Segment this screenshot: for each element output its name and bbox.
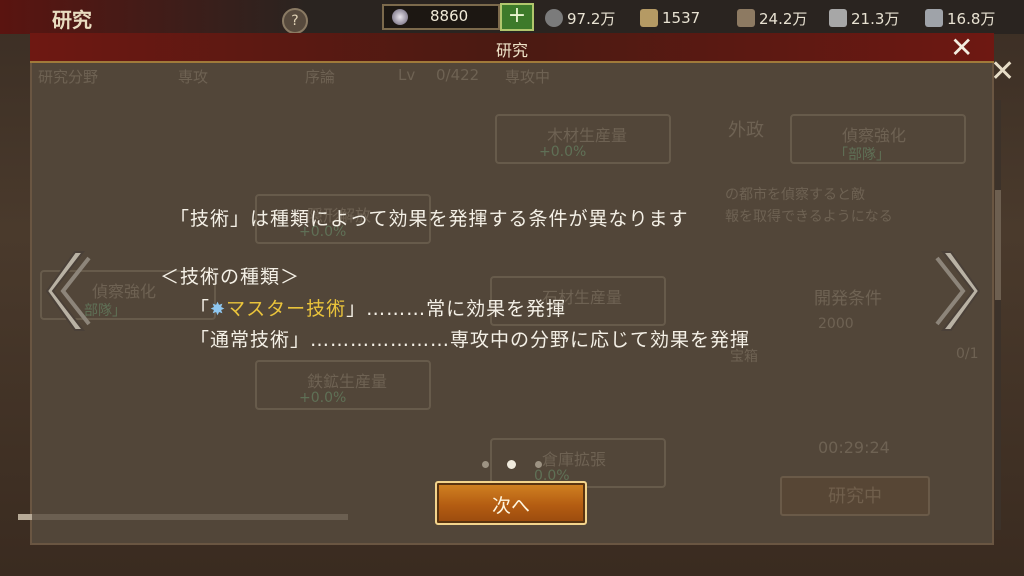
node-name: 鉄鉱生産量 (307, 372, 388, 391)
resource-food: 97.2万 (545, 7, 615, 29)
node-value: +0.0% (539, 144, 587, 160)
side-description: の都市を偵察すると敵 報を取得できるようになる (725, 187, 893, 225)
scrollbar-thumb[interactable] (18, 514, 32, 520)
node-name: 木材生産量 (547, 126, 628, 145)
page-dot-active[interactable] (507, 460, 516, 469)
tutorial-line-1: 「技術」は種類によって効果を発揮する条件が異なります (170, 208, 689, 230)
resource-ore: 21.3万 (829, 7, 899, 29)
node-value: +0.0% (299, 390, 347, 406)
iron-icon (925, 9, 943, 27)
prev-arrow-icon[interactable] (45, 250, 93, 332)
next-button[interactable]: 次へ (435, 481, 587, 525)
food-icon (545, 9, 563, 27)
tree-node[interactable]: 鉄鉱生産量 +0.0% (255, 360, 431, 410)
scroll-icon (640, 9, 658, 27)
master-tech-desc: 」………常に効果を発揮 (346, 298, 567, 320)
next-arrow-icon[interactable] (933, 250, 981, 332)
dev-condition-label: 開発条件 (814, 289, 882, 309)
resource-iron: 16.8万 (925, 7, 995, 29)
resource-scroll: 1537 (640, 7, 700, 29)
condition-amount: 2000 (818, 316, 854, 332)
wood-icon (737, 9, 755, 27)
tree-node[interactable]: 偵察強化 「部隊」 (790, 114, 966, 164)
add-gold-button[interactable]: + (500, 3, 534, 31)
vertical-scrollbar[interactable] (995, 100, 1001, 530)
node-name: 偵察強化 (92, 282, 157, 301)
dialog-header: 研究 (30, 33, 994, 63)
bracket-open: 「 (190, 298, 211, 320)
resource-value: 24.2万 (759, 9, 808, 28)
ore-icon (829, 9, 847, 27)
side-category: 外政 (728, 120, 764, 141)
resource-value: 97.2万 (567, 9, 616, 28)
resource-value: 1537 (662, 9, 701, 27)
horizontal-scrollbar[interactable] (18, 514, 348, 520)
tree-header-progress: 0/422 (436, 66, 480, 84)
tree-header-major: 専攻 (178, 68, 209, 86)
condition-count: 0/1 (956, 346, 979, 362)
resource-value: 21.3万 (851, 9, 900, 28)
page-dot[interactable] (535, 461, 542, 468)
tree-header-lv: Lv (398, 66, 416, 84)
tutorial-line-3: 「✸マスター技術」………常に効果を発揮 (190, 294, 566, 321)
master-star-icon: ✸ (210, 299, 227, 320)
resource-value: 16.8万 (947, 9, 996, 28)
tree-node[interactable]: 木材生産量 +0.0% (495, 114, 671, 164)
dialog-title: 研究 (495, 41, 528, 60)
tree-header-intro: 序論 (305, 68, 336, 86)
gold-icon (392, 9, 408, 25)
tutorial-line-2: ＜技術の種類＞ (160, 266, 301, 288)
gold-value: 8860 (430, 7, 469, 25)
close-icon[interactable]: ✕ (950, 34, 973, 62)
tree-header-status: 専攻中 (505, 68, 551, 86)
master-tech-label: マスター技術 (226, 298, 347, 320)
next-button-label: 次へ (491, 495, 530, 517)
screen-title: 研究 (52, 8, 92, 32)
research-timer: 00:29:24 (818, 438, 890, 457)
resource-wood: 24.2万 (737, 7, 807, 29)
node-value: 「部隊」 (834, 147, 890, 163)
tree-header-field: 研究分野 (38, 68, 99, 86)
tutorial-line-4: 「通常技術」…………………専攻中の分野に応じて効果を発揮 (190, 329, 751, 351)
node-name: 偵察強化 (842, 126, 907, 145)
vertical-scrollbar-thumb[interactable] (995, 190, 1001, 300)
node-name: 倉庫拡張 (542, 450, 607, 469)
help-button[interactable]: ? (282, 8, 308, 34)
page-dot[interactable] (482, 461, 489, 468)
researching-button[interactable]: 研究中 (780, 476, 930, 516)
